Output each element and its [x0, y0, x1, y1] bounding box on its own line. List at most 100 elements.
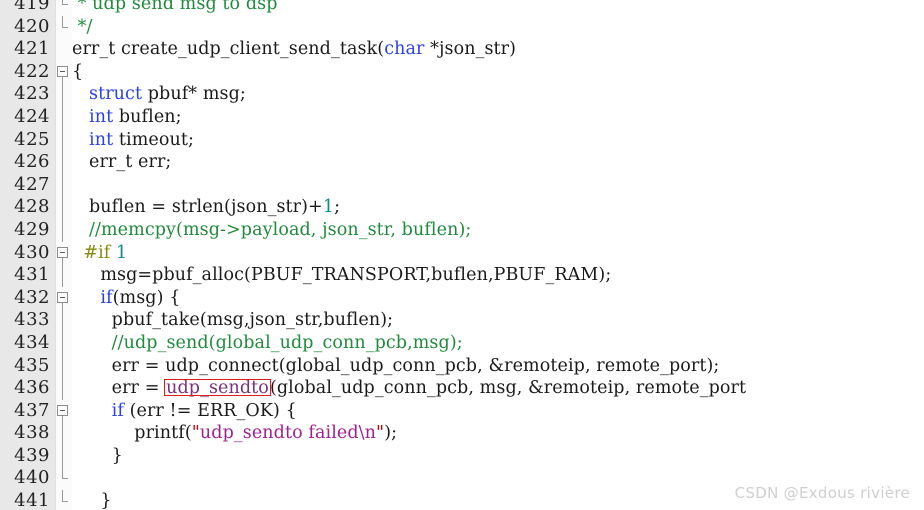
- code-line[interactable]: 419 * udp send msg to dsp: [0, 0, 924, 16]
- token-plain: (msg) {: [112, 287, 181, 308]
- token-plain: ;: [334, 197, 341, 218]
- code-text[interactable]: int timeout;: [72, 129, 194, 152]
- fold-guide-line: [56, 83, 72, 106]
- code-line[interactable]: 421 err_t create_udp_client_send_task(cha…: [0, 38, 924, 61]
- line-number: 423: [14, 83, 50, 105]
- code-line[interactable]: 426 err_t err;: [0, 151, 924, 174]
- code-line[interactable]: 431 msg=pbuf_alloc(PBUF_TRANSPORT,buflen…: [0, 264, 924, 287]
- highlighted-occurrence[interactable]: udp_sendto: [165, 378, 270, 398]
- code-line[interactable]: 434 //udp_send(global_udp_conn_pcb,msg);: [0, 331, 924, 355]
- fold-toggle-icon[interactable]: [56, 61, 72, 84]
- code-line[interactable]: 420 */: [0, 15, 924, 39]
- fold-guide-line: [56, 309, 72, 332]
- code-text[interactable]: * udp send msg to dsp: [72, 0, 278, 16]
- code-editor[interactable]: 419 * udp send msg to dsp 420 */421 err_t …: [0, 0, 924, 510]
- code-line[interactable]: 430 #if 1: [0, 242, 924, 265]
- token-plain: }: [72, 445, 123, 466]
- fold-guide-line: [56, 151, 72, 174]
- code-line[interactable]: 425 int timeout;: [0, 128, 924, 152]
- token-kw: char: [384, 39, 425, 60]
- code-text[interactable]: if (err != ERR_OK) {: [72, 400, 297, 423]
- code-text[interactable]: err = udp_connect(global_udp_conn_pcb, &…: [72, 355, 720, 378]
- code-line[interactable]: 423 struct pbuf* msg;: [0, 83, 924, 106]
- code-line[interactable]: 427: [0, 173, 924, 197]
- line-number: 431: [14, 264, 50, 286]
- code-line[interactable]: 422 {: [0, 61, 924, 84]
- line-number: 429: [14, 218, 50, 240]
- line-number: 435: [14, 354, 50, 376]
- code-text[interactable]: }: [72, 445, 123, 468]
- token-str: udp_sendto failed\n: [199, 423, 377, 444]
- token-plain: buflen = strlen(json_str)+: [72, 197, 323, 218]
- line-number: 426: [14, 151, 50, 173]
- token-plain: msg=pbuf_alloc(PBUF_TRANSPORT,buflen,PBU…: [72, 265, 612, 286]
- line-number: 433: [14, 309, 50, 331]
- fold-end-marker: [56, 0, 72, 16]
- code-text[interactable]: int buflen;: [72, 106, 182, 129]
- token-cmt: //udp_send(global_udp_conn_pcb,msg);: [111, 332, 463, 353]
- code-line[interactable]: 433 pbuf_take(msg,json_str,buflen);: [0, 309, 924, 332]
- code-line[interactable]: 436 err = udp_sendto(global_udp_conn_pcb…: [0, 377, 924, 400]
- fold-end-marker: [56, 15, 72, 39]
- code-line[interactable]: 438 printf("udp_sendto failed\n");: [0, 422, 924, 445]
- fold-guide-line: [56, 128, 72, 152]
- fold-guide-line: [56, 196, 72, 219]
- fold-toggle-icon[interactable]: [56, 400, 72, 423]
- code-text[interactable]: */: [72, 16, 93, 39]
- token-plain: err_t err;: [72, 152, 172, 173]
- token-plain: (err != ERR_OK) {: [123, 400, 297, 421]
- code-text[interactable]: err = udp_sendto(global_udp_conn_pcb, ms…: [72, 377, 746, 400]
- code-text[interactable]: {: [72, 61, 83, 84]
- code-text[interactable]: }: [72, 490, 112, 510]
- token-plain: pbuf* msg;: [142, 84, 246, 105]
- token-cmt: */: [72, 16, 93, 37]
- code-text[interactable]: pbuf_take(msg,json_str,buflen);: [72, 309, 393, 332]
- token-plain: err =: [72, 378, 166, 399]
- token-quot: ": [376, 423, 385, 444]
- code-line[interactable]: 435 err = udp_connect(global_udp_conn_pc…: [0, 354, 924, 378]
- code-text[interactable]: err_t err;: [72, 151, 171, 174]
- token-num: 1: [322, 197, 335, 218]
- token-plain: (global_udp_conn_pcb, msg, &remoteip, re…: [269, 378, 747, 399]
- code-text[interactable]: msg=pbuf_alloc(PBUF_TRANSPORT,buflen,PBU…: [72, 264, 611, 287]
- fold-toggle-icon[interactable]: [56, 287, 72, 310]
- line-number: 419: [14, 0, 50, 14]
- code-line[interactable]: 424 int buflen;: [0, 105, 924, 129]
- code-text[interactable]: if(msg) {: [72, 287, 180, 310]
- code-text[interactable]: struct pbuf* msg;: [72, 83, 246, 106]
- watermark: CSDN @Exdous rivière: [734, 484, 910, 502]
- fold-guide-line: [56, 264, 72, 287]
- code-line[interactable]: 428 buflen = strlen(json_str)+1;: [0, 196, 924, 219]
- code-text[interactable]: #if 1: [72, 242, 127, 265]
- token-cmt: * udp send msg to dsp: [72, 0, 278, 14]
- token-kw: int: [89, 129, 114, 150]
- line-number: 438: [14, 422, 50, 444]
- line-number: 420: [14, 15, 50, 37]
- fold-guide-line: [56, 422, 72, 445]
- code-text[interactable]: //memcpy(msg->payload, json_str, buflen)…: [72, 219, 471, 242]
- line-number: 441: [14, 490, 50, 510]
- token-plain: );: [384, 423, 398, 444]
- code-text[interactable]: err_t create_udp_client_send_task(char *…: [72, 38, 516, 61]
- fold-toggle-icon[interactable]: [56, 242, 72, 265]
- line-number: 422: [14, 60, 50, 82]
- code-text[interactable]: //udp_send(global_udp_conn_pcb,msg);: [72, 332, 463, 355]
- code-line[interactable]: 432 if(msg) {: [0, 287, 924, 310]
- fold-end-marker: [56, 467, 72, 490]
- code-line[interactable]: 439 }: [0, 444, 924, 468]
- token-num: 1: [116, 242, 128, 263]
- line-number: 425: [14, 128, 50, 150]
- code-text[interactable]: printf("udp_sendto failed\n");: [72, 422, 397, 445]
- line-number: 434: [14, 331, 50, 353]
- token-plain: *json_str): [424, 39, 517, 60]
- code-line[interactable]: 437 if (err != ERR_OK) {: [0, 400, 924, 423]
- line-number: 436: [14, 377, 50, 399]
- code-text[interactable]: buflen = strlen(json_str)+1;: [72, 196, 340, 219]
- code-line[interactable]: 429 //memcpy(msg->payload, json_str, buf…: [0, 218, 924, 242]
- token-kw: if: [111, 400, 124, 421]
